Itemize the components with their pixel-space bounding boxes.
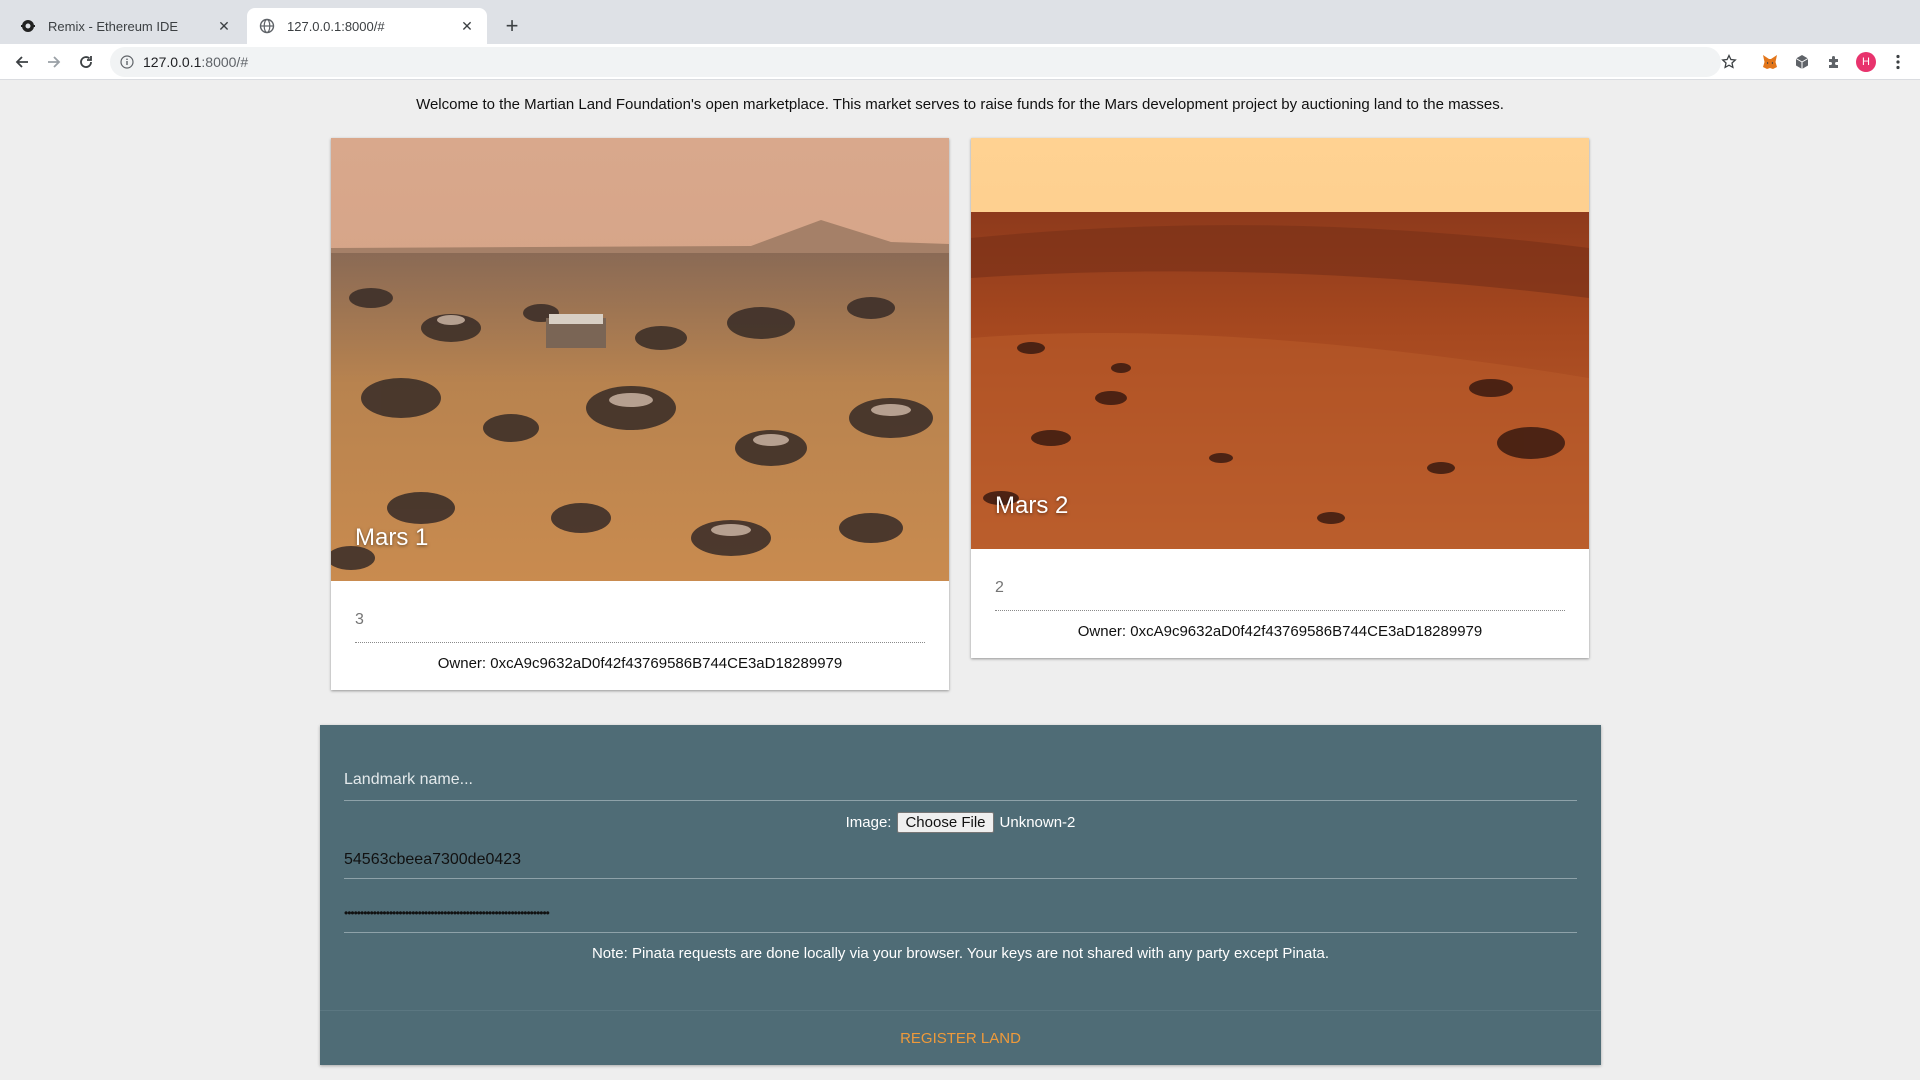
info-icon[interactable] — [119, 54, 135, 70]
tab-title: Remix - Ethereum IDE — [48, 18, 179, 34]
card-title: Mars 2 — [995, 492, 1069, 519]
tab-strip: Remix - Ethereum IDE ✕ 127.0.0.1:8000/# … — [0, 0, 1920, 44]
card-title: Mars 1 — [355, 524, 429, 551]
reload-icon[interactable] — [72, 48, 100, 76]
metamask-fox-icon[interactable] — [1756, 48, 1784, 76]
browser-toolbar: 127.0.0.1:8000/# H — [0, 44, 1920, 80]
close-icon[interactable]: ✕ — [214, 16, 234, 36]
image-label: Image: — [845, 814, 892, 831]
pinata-secret-input[interactable]: ••••••••••••••••••••••••••••••••••••••••… — [344, 893, 1577, 933]
land-image — [331, 138, 949, 581]
card-price: 3 — [355, 611, 364, 628]
land-card[interactable]: Mars 2 2 Owner: 0xcA9c9632aD0f42f4376958… — [971, 138, 1589, 658]
land-card[interactable]: Mars 1 3 Owner: 0xcA9c9632aD0f42f4376958… — [331, 138, 949, 690]
profile-avatar[interactable]: H — [1852, 48, 1880, 76]
choose-file-button[interactable]: Choose File — [897, 812, 994, 833]
card-owner: Owner: 0xcA9c9632aD0f42f43769586B744CE3a… — [437, 655, 843, 672]
welcome-text: Welcome to the Martian Land Foundation's… — [416, 96, 1504, 113]
land-image — [971, 138, 1589, 549]
cube-extension-icon[interactable] — [1788, 48, 1816, 76]
puzzle-extensions-icon[interactable] — [1820, 48, 1848, 76]
star-bookmark-icon[interactable] — [1715, 48, 1743, 76]
register-land-button[interactable]: REGISTER LAND — [900, 1030, 1021, 1047]
new-tab-button[interactable]: + — [498, 12, 526, 40]
card-owner: Owner: 0xcA9c9632aD0f42f43769586B744CE3a… — [1077, 623, 1483, 640]
pinata-note: Note: Pinata requests are done locally v… — [591, 945, 1330, 962]
pinata-api-key-input[interactable]: 54563cbeea7300de0423 — [344, 841, 1577, 879]
tab-title: 127.0.0.1:8000/# — [287, 18, 385, 34]
address-bar[interactable]: 127.0.0.1:8000/# — [110, 47, 1721, 77]
register-land-form: Landmark name... Image: Choose File Unkn… — [320, 725, 1601, 1065]
menu-kebab-icon[interactable] — [1884, 48, 1912, 76]
form-actions: REGISTER LAND — [320, 1010, 1601, 1065]
landmark-name-placeholder: Landmark name... — [344, 770, 473, 788]
file-name: Unknown-2 — [999, 814, 1076, 831]
tab-localhost[interactable]: 127.0.0.1:8000/# ✕ — [247, 8, 487, 44]
card-price: 2 — [995, 579, 1004, 596]
divider — [995, 610, 1565, 611]
back-arrow-icon[interactable] — [8, 48, 36, 76]
forward-arrow-icon[interactable] — [40, 48, 68, 76]
url-text: 127.0.0.1:8000/# — [143, 54, 249, 70]
globe-icon — [259, 18, 275, 34]
remix-logo-icon — [20, 18, 36, 34]
divider — [355, 642, 925, 643]
tab-remix[interactable]: Remix - Ethereum IDE ✕ — [8, 8, 244, 44]
landmark-name-input[interactable]: Landmark name... — [344, 759, 1577, 801]
image-upload-row: Image: Choose File Unknown-2 — [320, 812, 1601, 833]
close-icon[interactable]: ✕ — [457, 16, 477, 36]
